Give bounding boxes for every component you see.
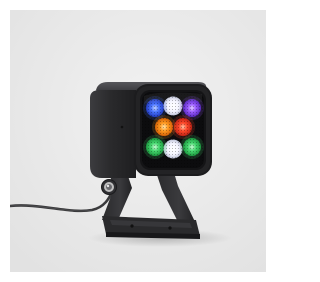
product-photo — [10, 10, 266, 272]
pivot-knob — [101, 179, 117, 195]
grille-mesh — [142, 92, 204, 168]
spotlight-illustration — [10, 10, 266, 272]
image-frame — [0, 0, 278, 282]
led-array — [140, 90, 206, 170]
